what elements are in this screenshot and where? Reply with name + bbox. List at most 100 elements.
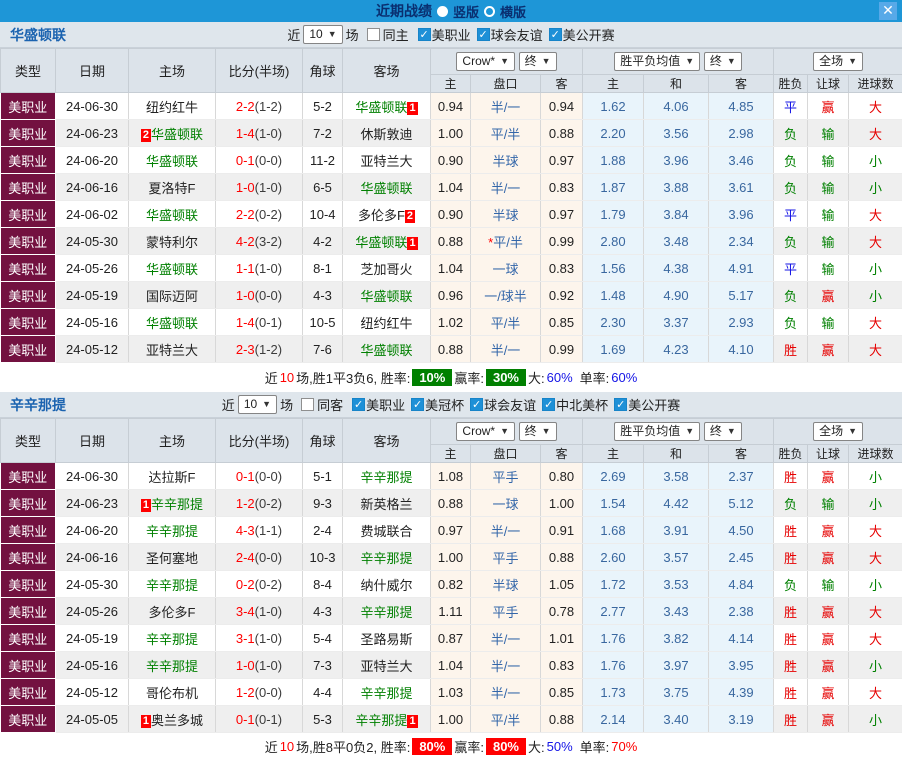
date-cell: 24-06-30 [55,462,129,490]
handicap-cell: *平/半 [470,227,541,255]
corners-cell: 5-4 [302,624,343,652]
final-avg-select[interactable]: 终 ▼ [703,52,742,71]
avg-win-cell: 1.69 [582,335,644,363]
league-label[interactable]: 中北美杯 [556,395,608,414]
result-cell: 负 [773,570,809,598]
league-label[interactable]: 美公开赛 [563,25,615,44]
avg-lose-cell: 3.61 [708,173,775,201]
team-name-away: 华盛顿联 [355,99,408,115]
avg-win-cell: 1.76 [582,651,644,679]
league-checkbox[interactable]: ✓ [352,398,366,411]
scope-select[interactable]: 全场 ▼ [813,422,863,441]
col-header: 主 [430,74,471,93]
full-time-score: 2-2 [235,98,255,114]
handicap-value: 一/球半 [484,288,527,304]
same-venue-label[interactable]: 同客 [317,395,343,414]
handicap-result-cell: 赢 [807,543,850,571]
same-venue-label[interactable]: 同主 [383,25,409,44]
league-cell: 美职业 [0,308,56,336]
same-venue-checkbox[interactable] [301,398,315,411]
team-name-home: 辛辛那提 [145,577,198,593]
team-name-home: 辛辛那提 [145,523,198,539]
league-label[interactable]: 美职业 [432,25,471,44]
team-name-home: 华盛顿联 [145,153,198,169]
scope-select[interactable]: 全场 ▼ [813,52,863,71]
team-name-away: 亚特兰大 [360,658,413,674]
away-odds-cell: 0.94 [540,92,583,120]
match-row: 美职业 24-06-16 圣何塞地 2-4(0-0) 10-3 辛辛那提 1.00 平手 0.8… [0,543,902,571]
handicap-value: 半/一 [490,631,521,647]
handicap-cell: 平/半 [470,705,541,733]
handicap-value: 半/一 [490,342,521,358]
avg-select[interactable]: 胜平负均值 ▼ [614,422,701,441]
avg-select[interactable]: 胜平负均值 ▼ [614,52,701,71]
corners-cell: 8-4 [302,570,343,598]
bookmaker-select[interactable]: Crow* ▼ [456,422,516,441]
score-cell: 3-1(1-0) [215,624,303,652]
vertical-layout-label[interactable]: 竖版 [453,2,479,21]
home-team-cell: 华盛顿联 [128,146,216,174]
home-team-cell: 圣何塞地 [128,543,216,571]
final-odds-select[interactable]: 终 ▼ [518,422,557,441]
half-time-score: (1-0) [254,630,283,646]
same-venue-checkbox[interactable] [366,28,380,41]
league-checkbox[interactable]: ✓ [417,28,431,41]
league-checkbox[interactable]: ✓ [542,398,556,411]
match-row: 美职业 24-05-16 辛辛那提 1-0(1-0) 7-3 亚特兰大 1.04 半/一 0.8… [0,651,902,679]
near-count-select[interactable]: 10 ▼ [303,25,343,44]
league-cell: 美职业 [0,597,56,625]
league-cell: 美职业 [0,227,56,255]
home-team-cell: 1 辛辛那提 [128,489,216,517]
avg-draw-cell: 3.37 [643,308,709,336]
league-cell: 美职业 [0,516,56,544]
score-cell: 1-0(0-0) [215,281,303,309]
close-icon[interactable]: ✕ [879,2,897,20]
full-time-score: 0-1 [235,711,255,727]
handicap-result-cell: 赢 [807,678,850,706]
league-checkbox[interactable]: ✓ [411,398,425,411]
full-time-score: 0-1 [235,152,255,168]
league-checkbox[interactable]: ✓ [548,28,562,41]
date-cell: 24-05-19 [55,624,129,652]
half-time-score: (1-2) [254,341,283,357]
match-row: 美职业 24-06-30 达拉斯F 0-1(0-0) 5-1 辛辛那提 1.08 平手 0.80… [0,462,902,490]
home-odds-cell: 1.08 [430,462,471,490]
league-cell: 美职业 [0,651,56,679]
full-time-score: 1-1 [235,260,255,276]
summary-text: 赢率: [454,739,484,755]
vertical-layout-radio[interactable] [436,5,448,17]
league-label[interactable]: 美冠杯 [425,395,464,414]
corners-cell: 7-3 [302,651,343,679]
match-row: 美职业 24-05-19 辛辛那提 3-1(1-0) 5-4 圣路易斯 0.87 半/一 1.0… [0,624,902,652]
date-cell: 24-05-16 [55,308,129,336]
corners-cell: 10-5 [302,308,343,336]
league-checkbox[interactable]: ✓ [614,398,628,411]
avg-lose-cell: 3.46 [708,146,775,174]
handicap-value: 平/半 [490,126,521,142]
league-label[interactable]: 球会友谊 [491,25,543,44]
bookmaker-select[interactable]: Crow* ▼ [456,52,516,71]
horizontal-layout-radio[interactable] [484,5,495,17]
near-count-select[interactable]: 10 ▼ [237,395,278,414]
full-time-score: 0-2 [235,576,255,592]
half-time-score: (0-0) [254,549,283,565]
league-label[interactable]: 美职业 [366,395,405,414]
league-label[interactable]: 美公开赛 [628,395,680,414]
team-title: 辛辛那提 [10,396,66,413]
home-odds-cell: 0.90 [430,200,471,228]
league-checkbox[interactable]: ✓ [476,28,490,41]
half-time-score: (1-0) [254,603,283,619]
league-label[interactable]: 球会友谊 [484,395,536,414]
league-checkbox[interactable]: ✓ [470,398,484,411]
final-odds-select[interactable]: 终 ▼ [518,52,557,71]
handicap-cell: 平手 [470,462,541,490]
avg-lose-cell: 3.95 [708,651,775,679]
handicap-result-cell: 输 [807,173,850,201]
handicap-value: 平/半 [490,712,521,728]
horizontal-layout-label[interactable]: 横版 [500,2,526,21]
win-rate-badge: 10% [412,369,453,386]
summary-bar: 近 10 场,胜1平3负6, 胜率: 10% 赢率: 30% 大: 60% 单率: 60… [0,363,902,392]
final-avg-select[interactable]: 终 ▼ [703,422,742,441]
handicap-value: 一球 [492,496,519,512]
avg-lose-cell: 5.17 [708,281,775,309]
